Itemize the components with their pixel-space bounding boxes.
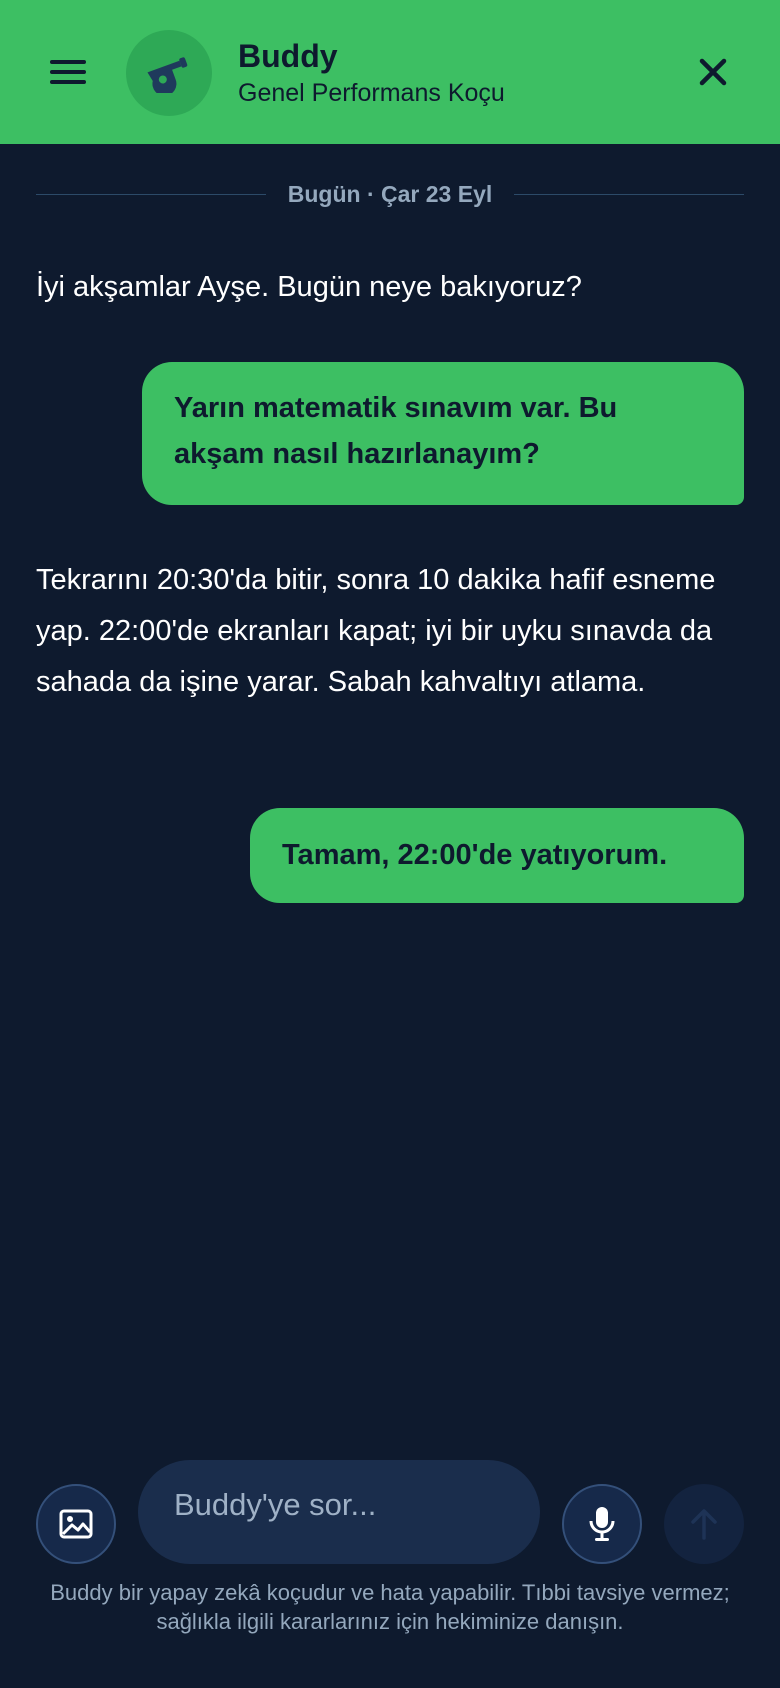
app-header: Buddy Genel Performans Koçu <box>0 0 780 144</box>
disclaimer-text: Buddy bir yapay zekâ koçudur ve hata yap… <box>50 1580 730 1634</box>
date-separator: Bugün · Çar 23 Eyl <box>36 174 745 214</box>
microphone-button[interactable] <box>562 1484 642 1564</box>
date-label: Bugün · Çar 23 Eyl <box>287 180 493 207</box>
separator-line-left <box>36 193 266 195</box>
close-icon <box>699 58 727 86</box>
microphone-icon <box>589 1507 615 1541</box>
attach-image-button[interactable] <box>36 1484 116 1564</box>
close-button[interactable] <box>688 46 738 98</box>
assistant-message: İyi akşamlar Ayşe. Bugün neye bakıyoruz? <box>36 271 582 303</box>
chat-screen: Buddy Genel Performans Koçu Bugün · Çar … <box>0 0 780 1688</box>
assistant-message: Tekrarını 20:30'da bitir, sonra 10 dakik… <box>36 564 716 698</box>
avatar <box>126 30 212 116</box>
message-input-container <box>138 1460 540 1564</box>
hamburger-menu-icon <box>50 60 86 84</box>
message-input[interactable] <box>138 1460 540 1564</box>
send-button[interactable] <box>664 1484 744 1564</box>
whistle-icon <box>147 57 188 93</box>
separator-line-right <box>514 193 745 195</box>
image-icon <box>59 1509 93 1539</box>
user-message: Yarın matematik sınavım var. Bu akşam na… <box>142 362 744 505</box>
page-subtitle: Genel Performans Koçu <box>238 79 505 107</box>
menu-button[interactable] <box>40 46 96 98</box>
user-message: Tamam, 22:00'de yatıyorum. <box>250 808 744 903</box>
page-title: Buddy <box>238 38 338 74</box>
arrow-up-icon <box>691 1509 717 1540</box>
